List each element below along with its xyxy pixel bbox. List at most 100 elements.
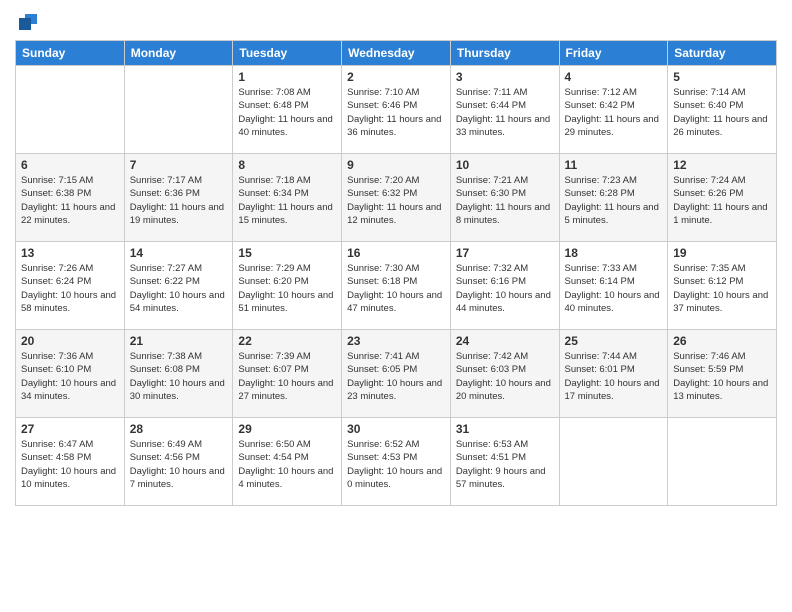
calendar-cell: 7 Sunrise: 7:17 AM Sunset: 6:36 PM Daylig… [124, 154, 233, 242]
logo [15, 10, 39, 32]
day-number: 14 [130, 246, 228, 260]
day-info: Sunrise: 7:17 AM Sunset: 6:36 PM Dayligh… [130, 174, 228, 227]
day-header-thursday: Thursday [450, 41, 559, 66]
day-info: Sunrise: 6:49 AM Sunset: 4:56 PM Dayligh… [130, 438, 228, 491]
day-number: 21 [130, 334, 228, 348]
day-number: 4 [565, 70, 663, 84]
day-info: Sunrise: 7:10 AM Sunset: 6:46 PM Dayligh… [347, 86, 445, 139]
day-info: Sunrise: 7:26 AM Sunset: 6:24 PM Dayligh… [21, 262, 119, 315]
day-info: Sunrise: 7:08 AM Sunset: 6:48 PM Dayligh… [238, 86, 336, 139]
week-row-0: 1Sunrise: 7:08 AM Sunset: 6:48 PM Daylig… [16, 66, 777, 154]
calendar-cell: 5Sunrise: 7:14 AM Sunset: 6:40 PM Daylig… [668, 66, 777, 154]
calendar-cell: 26 Sunrise: 7:46 AM Sunset: 5:59 PM Dayli… [668, 330, 777, 418]
calendar-cell: 19 Sunrise: 7:35 AM Sunset: 6:12 PM Dayli… [668, 242, 777, 330]
day-number: 2 [347, 70, 445, 84]
day-header-wednesday: Wednesday [342, 41, 451, 66]
day-info: Sunrise: 7:27 AM Sunset: 6:22 PM Dayligh… [130, 262, 228, 315]
day-info: Sunrise: 7:30 AM Sunset: 6:18 PM Dayligh… [347, 262, 445, 315]
day-info: Sunrise: 7:14 AM Sunset: 6:40 PM Dayligh… [673, 86, 771, 139]
calendar-cell [124, 66, 233, 154]
day-info: Sunrise: 6:50 AM Sunset: 4:54 PM Dayligh… [238, 438, 336, 491]
calendar-cell: 24 Sunrise: 7:42 AM Sunset: 6:03 PM Dayli… [450, 330, 559, 418]
day-number: 30 [347, 422, 445, 436]
day-info: Sunrise: 6:47 AM Sunset: 4:58 PM Dayligh… [21, 438, 119, 491]
day-info: Sunrise: 7:33 AM Sunset: 6:14 PM Dayligh… [565, 262, 663, 315]
day-header-friday: Friday [559, 41, 668, 66]
day-info: Sunrise: 7:29 AM Sunset: 6:20 PM Dayligh… [238, 262, 336, 315]
day-number: 31 [456, 422, 554, 436]
calendar-cell: 4 Sunrise: 7:12 AM Sunset: 6:42 PM Daylig… [559, 66, 668, 154]
day-number: 26 [673, 334, 771, 348]
day-info: Sunrise: 7:38 AM Sunset: 6:08 PM Dayligh… [130, 350, 228, 403]
calendar-cell: 21 Sunrise: 7:38 AM Sunset: 6:08 PM Dayli… [124, 330, 233, 418]
day-number: 17 [456, 246, 554, 260]
day-number: 8 [238, 158, 336, 172]
day-number: 3 [456, 70, 554, 84]
day-number: 22 [238, 334, 336, 348]
calendar-cell: 1Sunrise: 7:08 AM Sunset: 6:48 PM Daylig… [233, 66, 342, 154]
day-info: Sunrise: 7:44 AM Sunset: 6:01 PM Dayligh… [565, 350, 663, 403]
day-number: 10 [456, 158, 554, 172]
day-info: Sunrise: 7:24 AM Sunset: 6:26 PM Dayligh… [673, 174, 771, 227]
day-number: 15 [238, 246, 336, 260]
calendar-cell: 25 Sunrise: 7:44 AM Sunset: 6:01 PM Dayli… [559, 330, 668, 418]
day-number: 25 [565, 334, 663, 348]
calendar-cell: 27 Sunrise: 6:47 AM Sunset: 4:58 PM Dayli… [16, 418, 125, 506]
day-number: 19 [673, 246, 771, 260]
week-row-4: 27 Sunrise: 6:47 AM Sunset: 4:58 PM Dayli… [16, 418, 777, 506]
calendar-cell: 29Sunrise: 6:50 AM Sunset: 4:54 PM Dayli… [233, 418, 342, 506]
calendar-cell: 12Sunrise: 7:24 AM Sunset: 6:26 PM Dayli… [668, 154, 777, 242]
calendar-cell: 23 Sunrise: 7:41 AM Sunset: 6:05 PM Dayli… [342, 330, 451, 418]
calendar-cell: 2 Sunrise: 7:10 AM Sunset: 6:46 PM Daylig… [342, 66, 451, 154]
day-info: Sunrise: 7:18 AM Sunset: 6:34 PM Dayligh… [238, 174, 336, 227]
day-number: 11 [565, 158, 663, 172]
day-header-sunday: Sunday [16, 41, 125, 66]
calendar-cell: 14 Sunrise: 7:27 AM Sunset: 6:22 PM Dayli… [124, 242, 233, 330]
day-header-tuesday: Tuesday [233, 41, 342, 66]
calendar-cell [668, 418, 777, 506]
day-number: 7 [130, 158, 228, 172]
logo-icon [17, 10, 39, 32]
calendar-header-row: SundayMondayTuesdayWednesdayThursdayFrid… [16, 41, 777, 66]
day-info: Sunrise: 7:39 AM Sunset: 6:07 PM Dayligh… [238, 350, 336, 403]
page: SundayMondayTuesdayWednesdayThursdayFrid… [0, 0, 792, 612]
calendar-cell: 11Sunrise: 7:23 AM Sunset: 6:28 PM Dayli… [559, 154, 668, 242]
calendar-cell: 22 Sunrise: 7:39 AM Sunset: 6:07 PM Dayli… [233, 330, 342, 418]
calendar: SundayMondayTuesdayWednesdayThursdayFrid… [15, 40, 777, 506]
day-number: 13 [21, 246, 119, 260]
day-info: Sunrise: 7:36 AM Sunset: 6:10 PM Dayligh… [21, 350, 119, 403]
day-number: 24 [456, 334, 554, 348]
day-number: 27 [21, 422, 119, 436]
day-info: Sunrise: 7:35 AM Sunset: 6:12 PM Dayligh… [673, 262, 771, 315]
day-info: Sunrise: 7:42 AM Sunset: 6:03 PM Dayligh… [456, 350, 554, 403]
calendar-cell: 6 Sunrise: 7:15 AM Sunset: 6:38 PM Daylig… [16, 154, 125, 242]
calendar-cell: 20 Sunrise: 7:36 AM Sunset: 6:10 PM Dayli… [16, 330, 125, 418]
day-info: Sunrise: 7:46 AM Sunset: 5:59 PM Dayligh… [673, 350, 771, 403]
day-number: 23 [347, 334, 445, 348]
day-info: Sunrise: 6:52 AM Sunset: 4:53 PM Dayligh… [347, 438, 445, 491]
day-number: 20 [21, 334, 119, 348]
calendar-cell: 10Sunrise: 7:21 AM Sunset: 6:30 PM Dayli… [450, 154, 559, 242]
day-number: 6 [21, 158, 119, 172]
calendar-cell: 3Sunrise: 7:11 AM Sunset: 6:44 PM Daylig… [450, 66, 559, 154]
day-info: Sunrise: 7:15 AM Sunset: 6:38 PM Dayligh… [21, 174, 119, 227]
week-row-1: 6 Sunrise: 7:15 AM Sunset: 6:38 PM Daylig… [16, 154, 777, 242]
day-header-monday: Monday [124, 41, 233, 66]
day-info: Sunrise: 7:41 AM Sunset: 6:05 PM Dayligh… [347, 350, 445, 403]
day-number: 18 [565, 246, 663, 260]
day-number: 9 [347, 158, 445, 172]
week-row-2: 13 Sunrise: 7:26 AM Sunset: 6:24 PM Dayli… [16, 242, 777, 330]
calendar-cell: 17 Sunrise: 7:32 AM Sunset: 6:16 PM Dayli… [450, 242, 559, 330]
day-number: 28 [130, 422, 228, 436]
day-header-saturday: Saturday [668, 41, 777, 66]
day-info: Sunrise: 7:12 AM Sunset: 6:42 PM Dayligh… [565, 86, 663, 139]
calendar-cell: 8 Sunrise: 7:18 AM Sunset: 6:34 PM Daylig… [233, 154, 342, 242]
day-info: Sunrise: 6:53 AM Sunset: 4:51 PM Dayligh… [456, 438, 554, 491]
header [15, 10, 777, 32]
day-info: Sunrise: 7:32 AM Sunset: 6:16 PM Dayligh… [456, 262, 554, 315]
calendar-cell [559, 418, 668, 506]
calendar-cell: 15 Sunrise: 7:29 AM Sunset: 6:20 PM Dayli… [233, 242, 342, 330]
day-info: Sunrise: 7:20 AM Sunset: 6:32 PM Dayligh… [347, 174, 445, 227]
calendar-cell: 9 Sunrise: 7:20 AM Sunset: 6:32 PM Daylig… [342, 154, 451, 242]
calendar-cell: 31 Sunrise: 6:53 AM Sunset: 4:51 PM Dayli… [450, 418, 559, 506]
